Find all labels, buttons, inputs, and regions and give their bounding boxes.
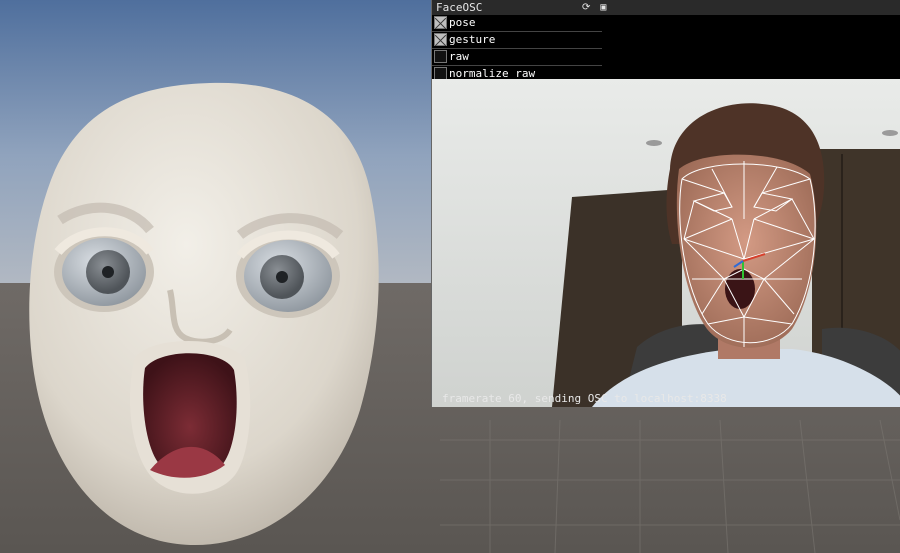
- camera-feed: [432, 79, 900, 407]
- avatar-face: [29, 82, 379, 545]
- pose-checkbox[interactable]: [434, 16, 447, 29]
- toggle-row-gesture[interactable]: gesture: [432, 32, 602, 49]
- gesture-checkbox[interactable]: [434, 33, 447, 46]
- raw-label: raw: [449, 50, 469, 63]
- window-title: FaceOSC: [436, 1, 483, 14]
- save-icon[interactable]: ▣: [600, 2, 606, 13]
- raw-checkbox[interactable]: [434, 50, 447, 63]
- window-titlebar[interactable]: FaceOSC ⟳ ▣: [432, 0, 900, 15]
- toggle-row-pose[interactable]: pose: [432, 15, 602, 32]
- faceosc-window[interactable]: FaceOSC ⟳ ▣ pose gesture raw normalize r…: [431, 0, 900, 407]
- refresh-icon[interactable]: ⟳: [582, 2, 590, 13]
- gesture-label: gesture: [449, 33, 496, 46]
- pose-label: pose: [449, 16, 476, 29]
- status-text: framerate 60, sending OSC to localhost:8…: [442, 392, 727, 405]
- settings-panel: pose gesture raw normalize raw: [432, 15, 602, 83]
- toggle-row-raw[interactable]: raw: [432, 49, 602, 66]
